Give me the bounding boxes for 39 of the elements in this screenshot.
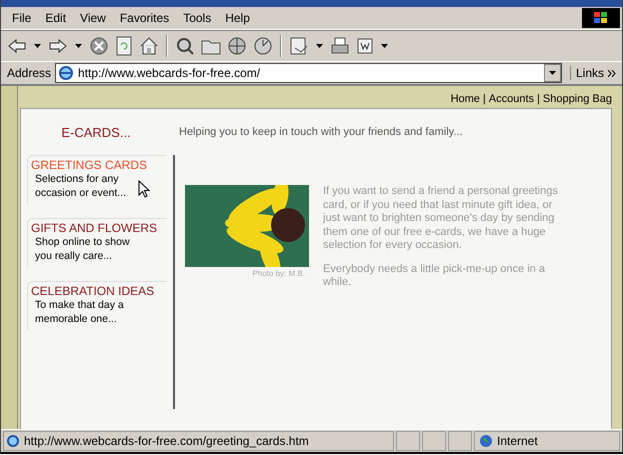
page-icon: [58, 65, 74, 81]
page-icon: [6, 434, 20, 448]
card-title: GIFTS AND FLOWERS: [31, 221, 158, 235]
menu-item[interactable]: Favorites: [112, 11, 176, 25]
windows-logo-icon: [582, 8, 620, 28]
site-heading: E-CARDS...: [60, 124, 132, 140]
paragraph: If you want to send a friend a personal greetings card, or if you need that last minute gift idea, or just want to brighten someone's day by sending them one of our free e-cards, we have a huge selection for every occasion.: [323, 185, 559, 252]
sidebar-card[interactable]: CELEBRATION IDEAS To make that day a memorable one...: [27, 281, 167, 330]
card-title: GREETINGS CARDS: [31, 158, 148, 172]
photo-caption: Photo by: M.B.: [252, 269, 305, 278]
address-field[interactable]: http://www.webcards-for-free.com/: [55, 63, 562, 83]
nav-link[interactable]: Shopping Bag: [542, 93, 612, 105]
zone-label: Internet: [497, 434, 538, 448]
menu-item[interactable]: Tools: [176, 11, 218, 25]
card-text: Selections for any occasion or event...: [34, 172, 128, 200]
card-title: CELEBRATION IDEAS: [31, 284, 156, 298]
status-panel: [396, 431, 420, 451]
card-text: Shop online to show you really care...: [34, 235, 131, 263]
card-text: To make that day a memorable one...: [34, 298, 125, 326]
sidebar-card[interactable]: GIFTS AND FLOWERS Shop online to show you really care...: [27, 218, 167, 267]
menu-item[interactable]: Help: [218, 11, 257, 25]
sidebar-card[interactable]: GREETINGS CARDS Selections for any occasion or event...: [27, 155, 167, 204]
separator: |: [537, 93, 540, 105]
menu-item[interactable]: File: [5, 11, 38, 25]
links-button[interactable]: Links: [570, 66, 604, 80]
globe-icon: [479, 434, 493, 448]
tagline: Helping you to keep in touch with your friends and family...: [178, 126, 463, 138]
chevron-icon[interactable]: [608, 70, 616, 76]
separator: |: [482, 93, 486, 105]
address-label: Address: [7, 66, 52, 80]
paragraph: Everybody needs a little pick-me-up once in a while.: [323, 262, 546, 290]
menu-item[interactable]: View: [73, 11, 113, 25]
status-panel: [448, 431, 472, 451]
nav-link[interactable]: Accounts: [488, 93, 534, 105]
status-panel: [422, 431, 446, 451]
status-url: http://www.webcards-for-free.com/greeting_cards.htm: [24, 434, 309, 448]
menu-item[interactable]: Edit: [38, 11, 74, 25]
nav-link[interactable]: Home: [450, 93, 480, 105]
mouse-pointer-icon: [138, 180, 150, 198]
